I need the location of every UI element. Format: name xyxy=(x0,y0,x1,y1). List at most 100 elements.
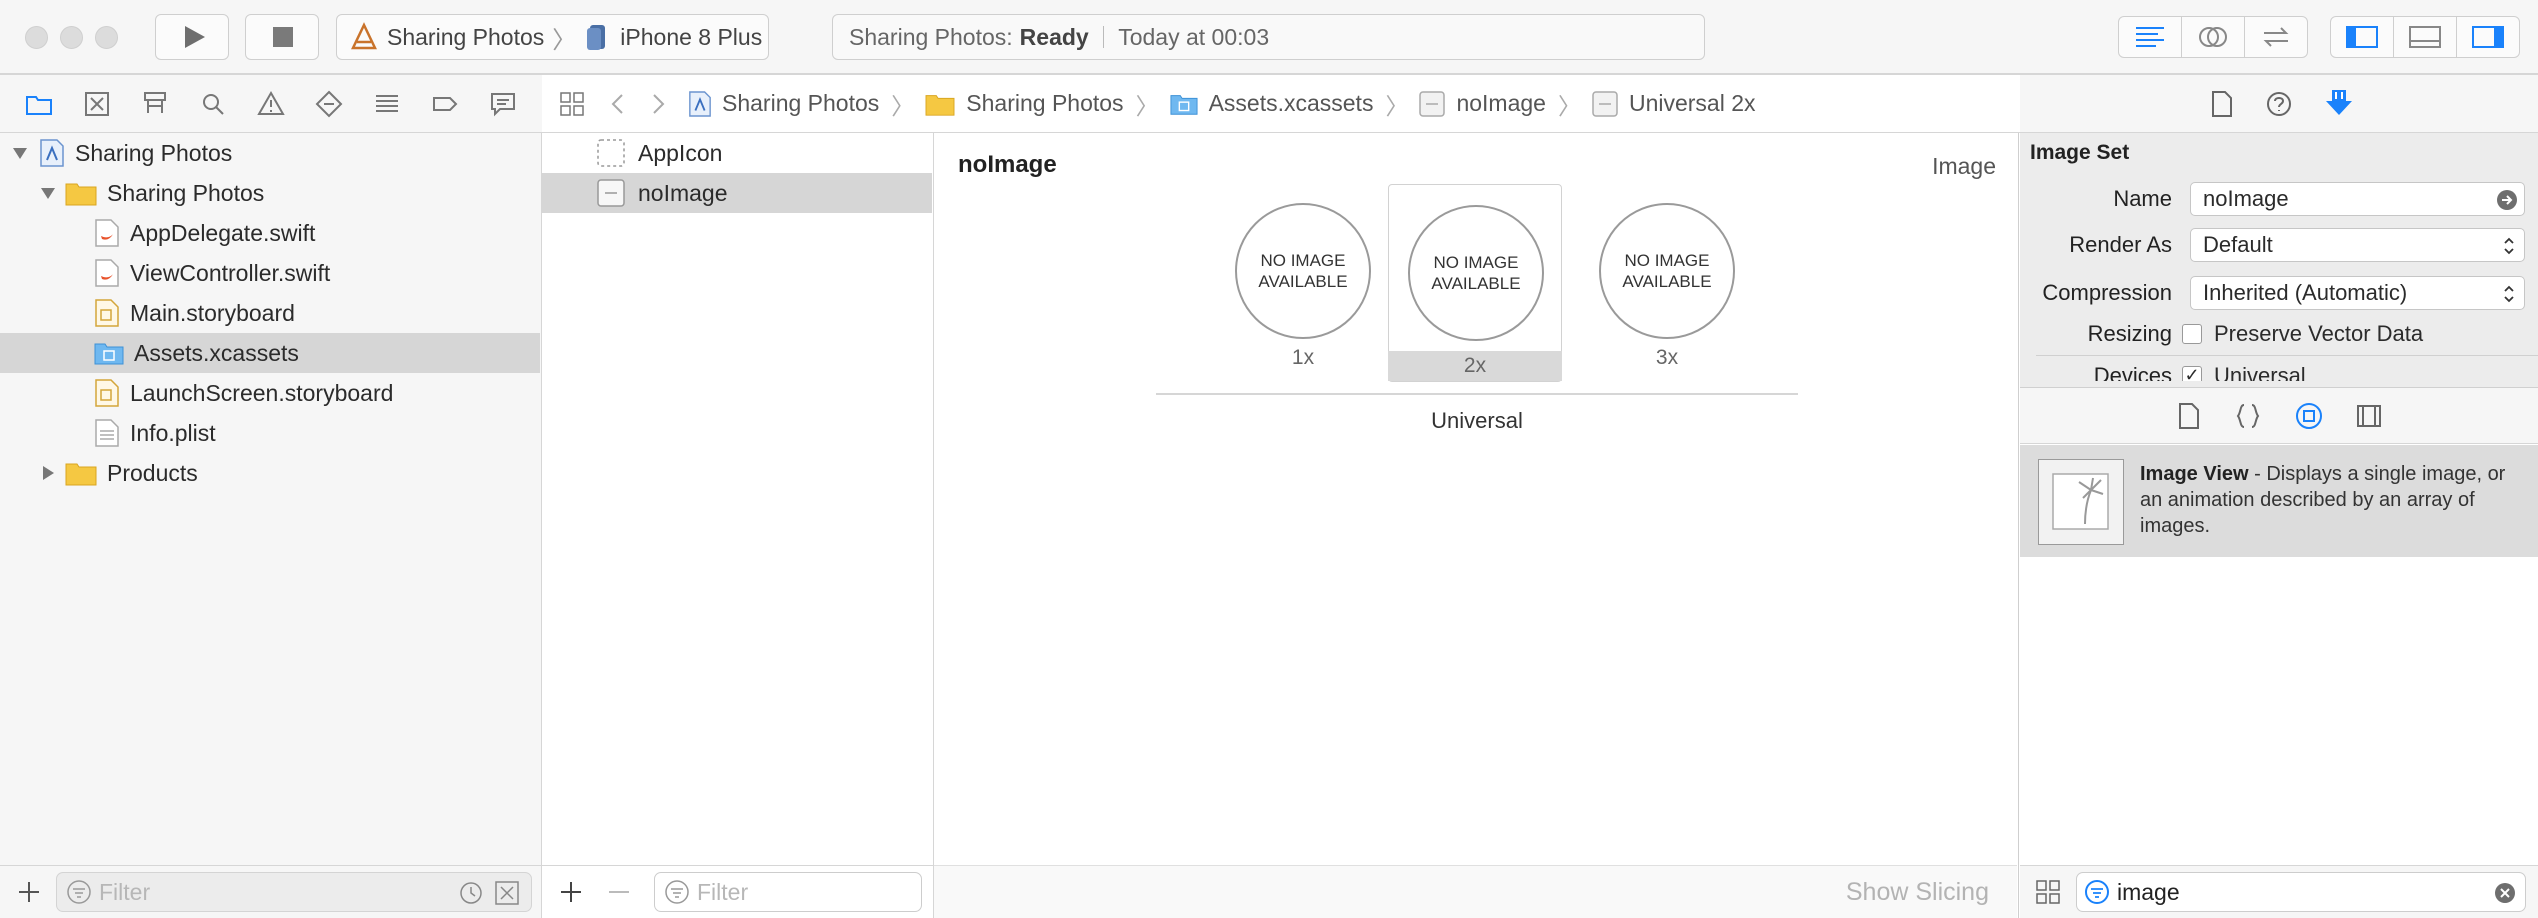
close-window-button[interactable] xyxy=(25,26,48,49)
source-control-navigator-tab[interactable] xyxy=(80,87,114,121)
help-icon[interactable] xyxy=(2264,89,2294,119)
chevron-right-icon: 〉 xyxy=(891,92,915,119)
minimize-window-button[interactable] xyxy=(60,26,83,49)
issue-navigator-tab[interactable] xyxy=(254,87,288,121)
breakpoint-navigator-tab[interactable] xyxy=(428,87,462,121)
back-arrow-icon[interactable] xyxy=(606,90,630,118)
asset-item[interactable]: AppIcon xyxy=(542,133,932,173)
activity-status-bar: Sharing Photos: Ready Today at 00:03 xyxy=(832,14,1705,60)
arrow-circle-icon[interactable] xyxy=(2496,189,2518,211)
devices-row-clip: Devices ✓ Universal xyxy=(2020,359,2538,381)
clear-icon[interactable] xyxy=(2493,881,2517,905)
add-icon[interactable] xyxy=(558,879,584,905)
library-filter-bar: image xyxy=(2020,865,2538,918)
asset-title: noImage xyxy=(958,151,1057,178)
file-inspector-icon[interactable] xyxy=(2208,89,2236,119)
attributes-inspector-icon[interactable] xyxy=(2324,87,2354,119)
show-slicing-button[interactable]: Show Slicing xyxy=(1846,878,1989,907)
asset-kind: Image xyxy=(1932,153,1996,179)
image-set-icon xyxy=(597,179,625,207)
related-items-icon[interactable] xyxy=(558,90,586,118)
symbol-navigator-tab[interactable] xyxy=(138,87,172,121)
add-icon[interactable] xyxy=(16,879,42,905)
file-row[interactable]: ViewController.swift xyxy=(0,253,540,293)
image-slot-1x[interactable]: NO IMAGE AVAILABLE 1x xyxy=(1216,183,1390,373)
asset-item-selected[interactable]: noImage xyxy=(542,173,932,213)
scale-label: 1x xyxy=(1291,346,1315,369)
breadcrumb-imageset[interactable]: noImage xyxy=(1418,90,1546,118)
venn-circles-icon xyxy=(2199,27,2227,47)
status-state: Ready xyxy=(1019,23,1089,50)
file-row[interactable]: Main.storyboard xyxy=(0,293,540,333)
library-item-description: Image View - Displays a single image, or… xyxy=(2140,461,2525,539)
source-control-filter-icon[interactable] xyxy=(493,879,521,907)
utilities-inspector: Image Set Name noImage Render As Default… xyxy=(2020,75,2538,918)
swift-file-icon xyxy=(95,259,119,287)
products-row[interactable]: Products xyxy=(0,453,540,493)
run-button[interactable] xyxy=(155,14,229,60)
navigator-filter-field[interactable]: Filter xyxy=(56,872,532,912)
no-image-placeholder: NO IMAGE AVAILABLE xyxy=(1408,205,1544,341)
project-name: Sharing Photos xyxy=(75,139,233,166)
zoom-window-button[interactable] xyxy=(95,26,118,49)
find-navigator-tab[interactable] xyxy=(196,87,230,121)
asset-filter-field[interactable]: Filter xyxy=(654,872,922,912)
name-field[interactable]: noImage xyxy=(2190,182,2525,216)
universal-checkbox-checked[interactable]: ✓ xyxy=(2182,366,2202,381)
preserve-vector-checkbox[interactable] xyxy=(2182,324,2202,344)
file-template-icon[interactable] xyxy=(2176,401,2202,431)
library-item-image-view[interactable]: Image View - Displays a single image, or… xyxy=(2020,445,2538,557)
library-filter-field[interactable]: image xyxy=(2076,872,2526,912)
image-slot-2x-selected[interactable]: NO IMAGE AVAILABLE 2x xyxy=(1388,184,1562,382)
asset-catalog-icon xyxy=(94,343,124,365)
swap-arrows-icon xyxy=(2263,27,2289,47)
image-slot-3x[interactable]: NO IMAGE AVAILABLE 3x xyxy=(1580,183,1754,373)
recent-files-icon[interactable] xyxy=(457,879,485,907)
file-row[interactable]: Info.plist xyxy=(0,413,540,453)
toggle-navigator-button[interactable] xyxy=(2331,17,2394,57)
editor-mode-control xyxy=(2118,16,2308,58)
compression-popup[interactable]: Inherited (Automatic) xyxy=(2190,276,2525,310)
breadcrumb-group[interactable]: Sharing Photos xyxy=(924,90,1124,118)
test-navigator-tab[interactable] xyxy=(312,87,346,121)
report-navigator-tab[interactable] xyxy=(486,87,520,121)
project-navigator: Sharing Photos Sharing Photos AppDelegat… xyxy=(0,133,542,865)
toggle-inspector-button[interactable] xyxy=(2457,17,2519,57)
stop-button[interactable] xyxy=(245,14,319,60)
breadcrumb-label: Universal 2x xyxy=(1628,90,1756,116)
forward-arrow-icon[interactable] xyxy=(646,90,670,118)
group-row[interactable]: Sharing Photos xyxy=(0,173,540,213)
project-row[interactable]: Sharing Photos xyxy=(0,133,540,173)
standard-editor-button[interactable] xyxy=(2119,17,2182,57)
scheme-selector[interactable]: Sharing Photos 〉 iPhone 8 Plus xyxy=(336,14,769,60)
file-label: ViewController.swift xyxy=(130,259,331,286)
render-as-label: Render As xyxy=(2069,232,2172,257)
asset-editor: noImage Image NO IMAGE AVAILABLE 1x NO IM… xyxy=(934,133,2019,918)
grid-view-icon[interactable] xyxy=(2034,878,2062,906)
chevron-right-icon: 〉 xyxy=(1385,92,1409,119)
status-divider xyxy=(1102,26,1105,48)
breadcrumb-project[interactable]: Sharing Photos xyxy=(688,90,879,118)
file-row[interactable]: AppDelegate.swift xyxy=(0,213,540,253)
file-row-selected[interactable]: Assets.xcassets xyxy=(0,333,540,373)
navigator-selector-bar xyxy=(0,75,542,133)
code-snippet-icon[interactable] xyxy=(2234,401,2262,431)
media-library-icon[interactable] xyxy=(2354,401,2384,431)
object-library-icon[interactable] xyxy=(2294,401,2324,431)
project-navigator-tab[interactable] xyxy=(22,87,56,121)
inspector-selector-bar xyxy=(2020,75,2538,133)
right-panel-icon xyxy=(2472,26,2504,48)
version-editor-button[interactable] xyxy=(2245,17,2307,57)
toggle-debug-area-button[interactable] xyxy=(2394,17,2457,57)
breadcrumb-catalog[interactable]: Assets.xcassets xyxy=(1169,90,1374,118)
render-as-popup[interactable]: Default xyxy=(2190,228,2525,262)
library-filter-value: image xyxy=(2117,878,2180,905)
breadcrumb-label: Sharing Photos xyxy=(966,90,1124,116)
remove-icon[interactable] xyxy=(606,879,632,905)
assistant-editor-button[interactable] xyxy=(2182,17,2245,57)
debug-navigator-tab[interactable] xyxy=(370,87,404,121)
breadcrumb-label: Assets.xcassets xyxy=(1208,90,1374,116)
group-label: Universal xyxy=(1431,408,1523,433)
file-row[interactable]: LaunchScreen.storyboard xyxy=(0,373,540,413)
breadcrumb-slot[interactable]: Universal 2x xyxy=(1591,90,1756,118)
